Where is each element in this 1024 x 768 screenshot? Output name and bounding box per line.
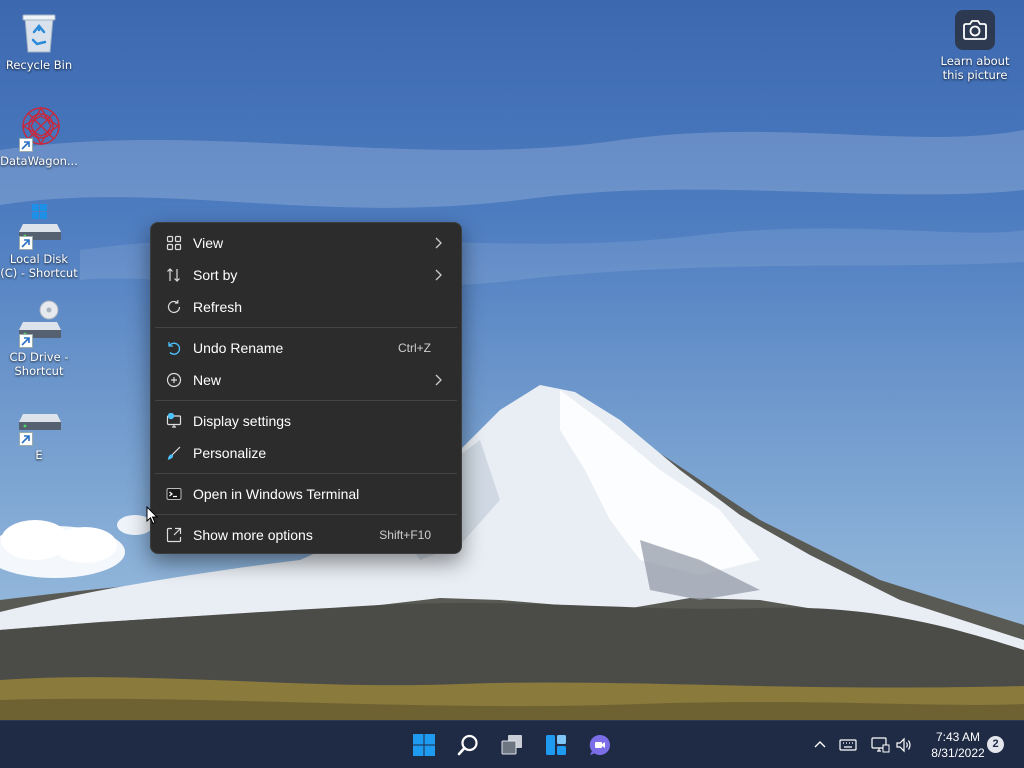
cd-drive-icon: [15, 300, 63, 348]
chevron-right-icon: [433, 268, 443, 282]
brush-icon: [166, 445, 182, 461]
shortcut-arrow-icon: [19, 138, 33, 152]
notification-badge[interactable]: 2: [987, 736, 1004, 753]
sort-icon: [166, 267, 182, 283]
undo-icon: [166, 340, 182, 356]
menu-separator: [155, 473, 457, 474]
shortcut-arrow-icon: [19, 432, 33, 446]
menu-item-view[interactable]: View: [155, 228, 457, 258]
volume-button[interactable]: [894, 735, 914, 755]
chevron-right-icon: [433, 236, 443, 250]
desktop-icon-label: E: [35, 448, 43, 462]
widgets-button[interactable]: [540, 729, 572, 761]
menu-item-label: Open in Windows Terminal: [193, 486, 360, 502]
chat-icon: [589, 734, 610, 755]
terminal-icon: [166, 486, 182, 502]
menu-item-label: New: [193, 372, 222, 388]
menu-item-shortcut: Shift+F10: [379, 528, 431, 542]
menu-separator: [155, 514, 457, 515]
menu-item-label: View: [193, 235, 224, 251]
menu-item-show-more-options[interactable]: Show more options Shift+F10: [155, 520, 457, 550]
input-indicator-button[interactable]: [838, 735, 858, 755]
task-view-button[interactable]: [496, 729, 528, 761]
show-hidden-icons-button[interactable]: [810, 735, 830, 755]
menu-item-label: Undo Rename: [193, 340, 284, 356]
menu-item-display-settings[interactable]: Display settings: [155, 406, 457, 436]
learn-about-picture[interactable]: Learn about this picture: [938, 10, 1012, 82]
windows-logo-icon: [413, 734, 435, 756]
datawagon-icon: [15, 104, 63, 152]
network-button[interactable]: [870, 735, 890, 755]
menu-item-undo-rename[interactable]: Undo Rename Ctrl+Z: [155, 333, 457, 363]
teams-chat-button[interactable]: [584, 729, 616, 761]
taskbar: 7:43 AM 8/31/2022 2: [0, 720, 1024, 768]
speaker-icon: [896, 737, 911, 753]
display-icon: [166, 413, 182, 429]
desktop-icon-cd-drive[interactable]: CD Drive - Shortcut: [0, 300, 78, 378]
desktop-icon-label: Local Disk (C) - Shortcut: [0, 252, 78, 280]
grid-icon: [166, 235, 182, 251]
drive-icon: [15, 398, 63, 446]
menu-item-label: Refresh: [193, 299, 243, 315]
drive-icon: [15, 202, 63, 250]
desktop-icon-label: DataWagon...: [0, 154, 78, 168]
menu-item-personalize[interactable]: Personalize: [155, 438, 457, 468]
shortcut-arrow-icon: [19, 334, 33, 348]
start-button[interactable]: [408, 729, 440, 761]
mouse-cursor-icon: [146, 505, 159, 529]
menu-item-label: Personalize: [193, 445, 267, 461]
menu-separator: [155, 400, 457, 401]
shortcut-arrow-icon: [19, 236, 33, 250]
desktop-icon-local-disk[interactable]: Local Disk (C) - Shortcut: [0, 202, 78, 280]
menu-item-label: Show more options: [193, 527, 313, 543]
camera-icon: [955, 10, 995, 50]
search-icon: [457, 734, 478, 756]
chevron-right-icon: [433, 373, 443, 387]
desktop-context-menu: View Sort by Refresh Undo Rename Ctrl+Z …: [150, 222, 462, 554]
menu-separator: [155, 327, 457, 328]
refresh-icon: [166, 299, 182, 315]
menu-item-open-terminal[interactable]: Open in Windows Terminal: [155, 479, 457, 509]
desktop-icon-label: Recycle Bin: [5, 58, 73, 72]
search-button[interactable]: [452, 729, 484, 761]
menu-item-sort-by[interactable]: Sort by: [155, 260, 457, 290]
menu-item-new[interactable]: New: [155, 365, 457, 395]
menu-item-label: Sort by: [193, 267, 238, 283]
menu-item-label: Display settings: [193, 413, 292, 429]
expand-icon: [166, 527, 182, 543]
learn-about-picture-label: Learn about this picture: [940, 54, 1010, 82]
recycle-bin-icon: [15, 8, 63, 56]
desktop-icon-recycle-bin[interactable]: Recycle Bin: [0, 8, 78, 72]
plus-circle-icon: [166, 372, 182, 388]
task-view-icon: [501, 735, 522, 755]
keyboard-icon: [839, 739, 857, 751]
menu-item-refresh[interactable]: Refresh: [155, 292, 457, 322]
desktop-icon-label: CD Drive - Shortcut: [9, 350, 69, 378]
chevron-up-icon: [814, 741, 826, 748]
menu-item-shortcut: Ctrl+Z: [398, 341, 431, 355]
desktop-icon-datawagon[interactable]: DataWagon...: [0, 104, 78, 168]
widgets-icon: [546, 735, 566, 755]
network-icon: [871, 737, 890, 753]
desktop-icon-e-drive[interactable]: E: [0, 398, 78, 462]
